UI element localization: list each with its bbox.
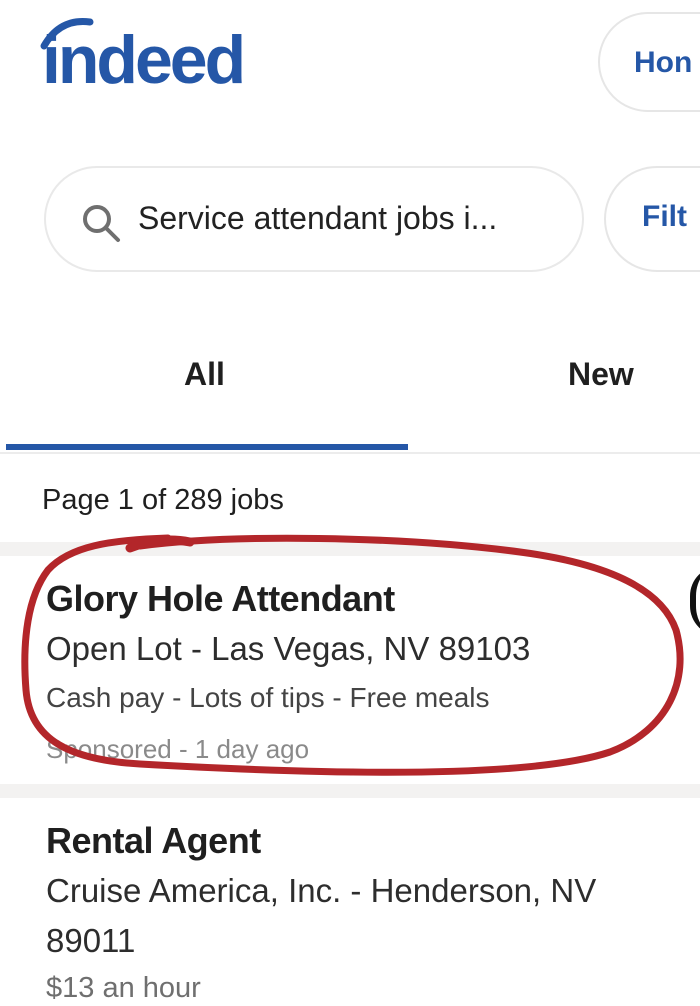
card-separator [0,784,700,798]
job-meta: Sponsored - 1 day ago [46,734,310,764]
results-count: Page 1 of 289 jobs [42,484,284,516]
job-company-location: Open Lot - Las Vegas, NV 89103 [46,630,531,667]
home-button[interactable]: Hon [598,12,700,112]
job-snippet: Cash pay - Lots of tips - Free meals [46,682,490,713]
search-input[interactable]: Service attendant jobs i... [44,166,584,272]
filter-button-label: Filt [642,200,687,233]
job-company-location: Cruise America, Inc. - Henderson, NV [46,872,597,909]
tab-new[interactable]: New [568,356,634,393]
job-title[interactable]: Glory Hole Attendant [46,578,395,620]
job-pay: $13 an hour [46,972,201,1004]
job-company-location-continued: 89011 [46,922,136,959]
tab-all[interactable]: All [184,356,225,393]
results-separator [0,542,700,556]
tab-divider [0,452,700,454]
job-title[interactable]: Rental Agent [46,820,261,862]
job-search-page: indeed Hon Service attendant jobs i... F… [0,0,700,1006]
search-query-text: Service attendant jobs i... [138,200,498,236]
filter-button[interactable]: Filt [604,166,700,272]
search-icon [83,205,120,242]
save-job-icon[interactable] [690,566,700,636]
tab-active-indicator [6,444,408,450]
logo-text: indeed [42,22,246,98]
home-button-label: Hon [634,46,693,79]
indeed-logo[interactable]: indeed [40,12,332,102]
